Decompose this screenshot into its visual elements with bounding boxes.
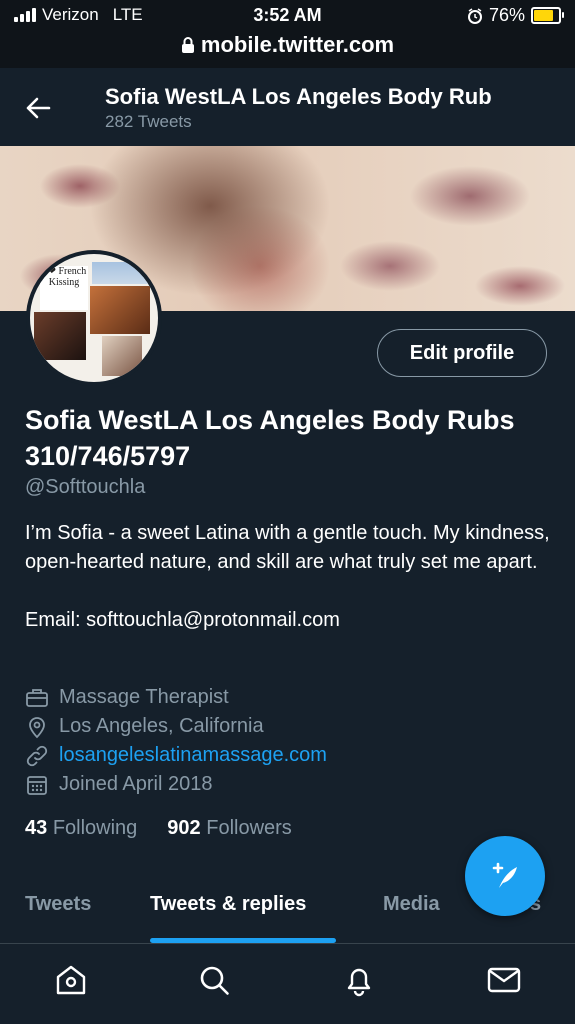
back-arrow-icon[interactable] (24, 94, 52, 122)
bottom-nav (0, 944, 575, 1024)
avatar-photo-tile (90, 286, 150, 334)
followers-count: 902 (167, 817, 201, 839)
notifications-icon[interactable] (341, 962, 377, 998)
battery-icon (531, 7, 564, 24)
calendar-icon (27, 775, 47, 795)
website-link[interactable]: losangeleslatinamassage.com (59, 744, 327, 767)
category-text: Massage Therapist (59, 686, 229, 708)
avatar-photo-tile (102, 336, 142, 376)
joined-text: Joined April 2018 (59, 773, 213, 795)
avatar-french-kissing-tile: I ❤ French Kissing (40, 266, 88, 310)
location-row: Los Angeles, California (25, 712, 555, 741)
profile-bio: I’m Sofia - a sweet Latina with a gentle… (25, 522, 550, 631)
website-row: losangeleslatinamassage.com (25, 741, 555, 770)
avatar-photo-tile (92, 262, 148, 284)
tweet-count: 282 Tweets (105, 112, 192, 131)
followers-link[interactable]: 902 Followers (167, 817, 292, 840)
status-bar: Verizon LTE 3:52 AM 76% mobile.twitter.c… (0, 0, 575, 68)
category-row: Massage Therapist (25, 683, 555, 712)
joined-row: Joined April 2018 (25, 770, 555, 799)
search-icon[interactable] (196, 962, 232, 998)
profile-name: Sofia WestLA Los Angeles Body Rubs 310/7… (25, 405, 515, 471)
compose-tweet-button[interactable] (465, 836, 545, 916)
home-icon[interactable] (53, 962, 89, 998)
edit-profile-button[interactable]: Edit profile (377, 329, 547, 377)
avatar-photo-tile (34, 312, 86, 360)
tab-tweets[interactable]: Tweets (25, 893, 91, 916)
location-pin-icon (29, 716, 45, 738)
avatar-overlay-text: I ❤ French Kissing (41, 266, 87, 288)
url-text: mobile.twitter.com (200, 32, 395, 57)
link-icon (26, 745, 48, 766)
profile-meta: Massage Therapist Los Angeles, Californi… (25, 683, 555, 799)
profile-header: Sofia WestLA Los Angeles Body Rub 282 Tw… (0, 68, 575, 146)
battery-percent: 76% (488, 5, 525, 25)
messages-icon[interactable] (486, 962, 522, 998)
lock-icon (181, 37, 194, 53)
followers-label: Followers (206, 817, 292, 839)
status-bar-right: 76% (467, 5, 564, 26)
alarm-icon (467, 7, 482, 24)
compose-tweet-icon (492, 862, 517, 888)
following-label: Following (52, 817, 138, 839)
location-text: Los Angeles, California (59, 715, 264, 737)
header-title: Sofia WestLA Los Angeles Body Rub (105, 84, 492, 109)
following-count: 43 (25, 817, 48, 839)
following-link[interactable]: 43 Following (25, 817, 137, 840)
tab-tweets-and-replies[interactable]: Tweets & replies (150, 893, 306, 916)
tab-media[interactable]: Media (383, 893, 440, 916)
follow-stats: 43 Following 902 Followers (25, 817, 292, 840)
avatar[interactable]: I ❤ French Kissing (26, 250, 162, 386)
briefcase-icon (26, 688, 48, 707)
profile-handle: @Softtouchla (25, 476, 146, 498)
url-bar[interactable]: mobile.twitter.com (0, 32, 575, 58)
